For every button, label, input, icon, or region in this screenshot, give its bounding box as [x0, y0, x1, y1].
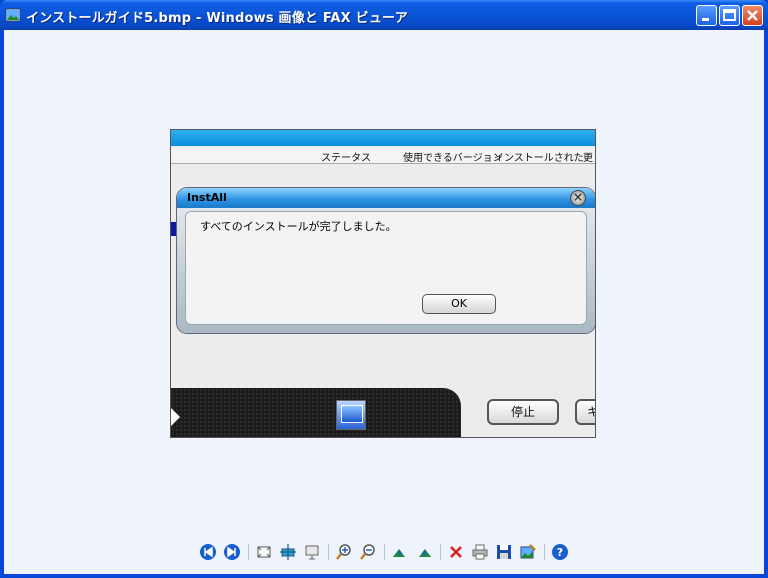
previous-image-icon — [200, 544, 216, 560]
zoom-out-button[interactable] — [359, 543, 377, 561]
slideshow-icon — [305, 545, 319, 560]
rotate-clockwise-button[interactable] — [391, 543, 409, 561]
edit-button[interactable] — [519, 543, 537, 561]
next-image-button[interactable] — [223, 543, 241, 561]
best-fit-button[interactable] — [255, 543, 273, 561]
maximize-button[interactable] — [719, 5, 740, 26]
image-app-topbar — [171, 130, 595, 146]
previous-image-button[interactable] — [199, 543, 217, 561]
dialog-body: すべてのインストールが完了しました。 OK — [185, 211, 587, 325]
rotate-clockwise-icon — [393, 549, 405, 557]
delete-button[interactable] — [447, 543, 465, 561]
minimize-icon — [702, 18, 709, 21]
viewer-window: インストールガイド5.bmp - Windows 画像と FAX ビューア ステ… — [0, 0, 768, 578]
dialog-title-bar: InstAll × — [177, 188, 595, 208]
toolbar-separator — [384, 544, 385, 560]
slideshow-button[interactable] — [303, 543, 321, 561]
play-icon — [171, 408, 180, 426]
image-column-update: 更 — [583, 153, 593, 164]
help-button[interactable]: ? — [551, 543, 569, 561]
monitor-icon — [336, 400, 366, 430]
delete-icon — [450, 546, 462, 558]
image-viewer-icon — [5, 7, 21, 23]
dialog-message: すべてのインストールが完了しました。 — [200, 220, 397, 233]
actual-size-icon — [280, 544, 296, 560]
zoom-in-icon — [336, 544, 351, 560]
next-image-icon — [224, 544, 240, 560]
image-column-installed: インストールされた — [494, 153, 584, 164]
actual-size-button[interactable] — [279, 543, 297, 561]
rotate-counterclockwise-button[interactable] — [415, 543, 433, 561]
toolbar-separator — [248, 544, 249, 560]
maximize-icon — [723, 9, 736, 21]
best-fit-icon — [257, 546, 271, 558]
image-column-available-version: 使用できるバージョン — [403, 153, 503, 164]
print-icon — [472, 544, 488, 560]
toolbar-separator — [328, 544, 329, 560]
close-button[interactable] — [742, 5, 763, 26]
zoom-in-button[interactable] — [335, 543, 353, 561]
toolbar-separator — [440, 544, 441, 560]
close-icon — [747, 10, 758, 21]
dialog-title: InstAll — [187, 191, 227, 204]
toolbar-separator — [544, 544, 545, 560]
svg-text:?: ? — [557, 546, 563, 559]
save-button[interactable] — [495, 543, 513, 561]
viewer-canvas: ステータス 使用できるバージョン インストールされた 更 停止 キ InstAl… — [4, 30, 764, 574]
edit-icon — [520, 544, 536, 559]
help-icon: ? — [552, 544, 568, 560]
dialog-ok-button: OK — [422, 294, 496, 314]
minimize-button[interactable] — [696, 5, 717, 26]
image-stop-button: 停止 — [487, 399, 559, 425]
image-column-status: ステータス — [321, 153, 371, 164]
viewer-toolbar: ? — [4, 540, 764, 566]
print-button[interactable] — [471, 543, 489, 561]
image-second-button: キ — [575, 399, 595, 425]
image-table-header: ステータス 使用できるバージョン インストールされた 更 — [171, 148, 595, 164]
title-bar[interactable]: インストールガイド5.bmp - Windows 画像と FAX ビューア — [0, 0, 768, 30]
install-complete-dialog: InstAll × すべてのインストールが完了しました。 OK — [177, 188, 595, 333]
rotate-counterclockwise-icon — [419, 549, 431, 557]
zoom-out-icon — [360, 544, 375, 560]
displayed-image: ステータス 使用できるバージョン インストールされた 更 停止 キ InstAl… — [170, 129, 596, 438]
window-title: インストールガイド5.bmp - Windows 画像と FAX ビューア — [26, 11, 408, 26]
save-icon — [497, 545, 511, 559]
image-bottom-panel — [171, 388, 461, 437]
dialog-close-icon: × — [570, 190, 586, 206]
